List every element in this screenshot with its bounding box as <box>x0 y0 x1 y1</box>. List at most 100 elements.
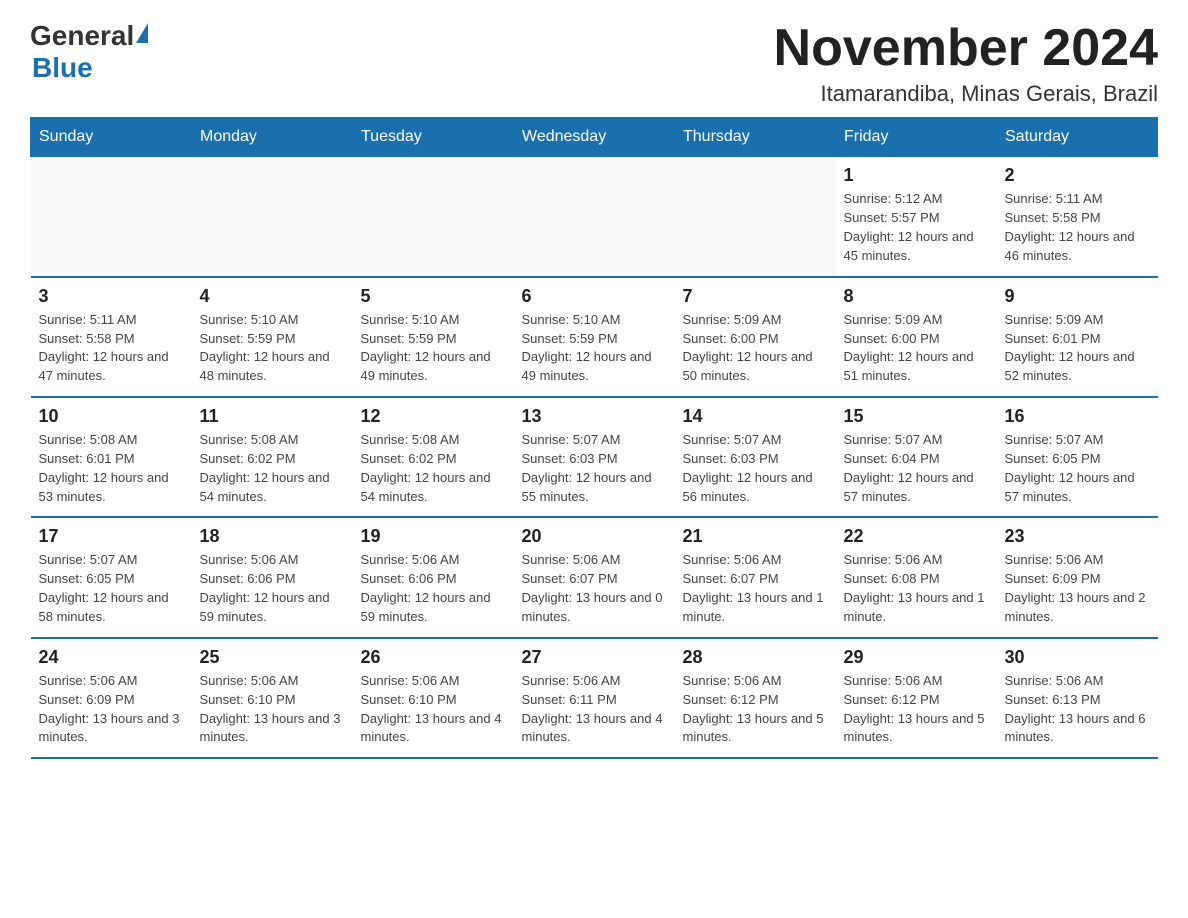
day-number: 6 <box>522 286 667 307</box>
calendar-header-row: SundayMondayTuesdayWednesdayThursdayFrid… <box>31 118 1158 157</box>
calendar-cell: 2 Sunrise: 5:11 AM Sunset: 5:58 PM Daylig… <box>997 157 1158 277</box>
calendar-cell: 24 Sunrise: 5:06 AM Sunset: 6:09 PM Dayli… <box>31 638 192 758</box>
calendar-cell: 14 Sunrise: 5:07 AM Sunset: 6:03 PM Dayli… <box>675 397 836 517</box>
calendar-cell: 20 Sunrise: 5:06 AM Sunset: 6:07 PM Dayli… <box>514 517 675 637</box>
weekday-header-wednesday: Wednesday <box>514 118 675 157</box>
weekday-header-friday: Friday <box>836 118 997 157</box>
page-header: General Blue November 2024 Itamarandiba,… <box>30 20 1158 107</box>
day-number: 21 <box>683 526 828 547</box>
calendar-cell: 5 Sunrise: 5:10 AM Sunset: 5:59 PM Daylig… <box>353 277 514 397</box>
day-info: Sunrise: 5:06 AM Sunset: 6:06 PM Dayligh… <box>361 551 506 626</box>
day-number: 4 <box>200 286 345 307</box>
day-number: 16 <box>1005 406 1150 427</box>
logo: General Blue <box>30 20 148 84</box>
day-info: Sunrise: 5:06 AM Sunset: 6:10 PM Dayligh… <box>361 672 506 747</box>
day-info: Sunrise: 5:06 AM Sunset: 6:12 PM Dayligh… <box>844 672 989 747</box>
calendar-table: SundayMondayTuesdayWednesdayThursdayFrid… <box>30 117 1158 759</box>
calendar-cell: 3 Sunrise: 5:11 AM Sunset: 5:58 PM Daylig… <box>31 277 192 397</box>
day-number: 14 <box>683 406 828 427</box>
calendar-cell: 22Sunrise: 5:06 AM Sunset: 6:08 PM Dayli… <box>836 517 997 637</box>
calendar-cell: 21 Sunrise: 5:06 AM Sunset: 6:07 PM Dayli… <box>675 517 836 637</box>
day-info: Sunrise: 5:09 AM Sunset: 6:00 PM Dayligh… <box>683 311 828 386</box>
day-info: Sunrise: 5:11 AM Sunset: 5:58 PM Dayligh… <box>1005 190 1150 265</box>
calendar-cell: 23 Sunrise: 5:06 AM Sunset: 6:09 PM Dayli… <box>997 517 1158 637</box>
day-number: 28 <box>683 647 828 668</box>
day-number: 7 <box>683 286 828 307</box>
calendar-cell <box>675 157 836 277</box>
day-number: 27 <box>522 647 667 668</box>
day-info: Sunrise: 5:06 AM Sunset: 6:12 PM Dayligh… <box>683 672 828 747</box>
day-number: 12 <box>361 406 506 427</box>
day-info: Sunrise: 5:07 AM Sunset: 6:04 PM Dayligh… <box>844 431 989 506</box>
calendar-cell: 1 Sunrise: 5:12 AM Sunset: 5:57 PM Daylig… <box>836 157 997 277</box>
day-number: 15 <box>844 406 989 427</box>
day-number: 3 <box>39 286 184 307</box>
calendar-cell: 26 Sunrise: 5:06 AM Sunset: 6:10 PM Dayli… <box>353 638 514 758</box>
calendar-week-5: 24 Sunrise: 5:06 AM Sunset: 6:09 PM Dayli… <box>31 638 1158 758</box>
day-number: 29 <box>844 647 989 668</box>
calendar-cell: 29 Sunrise: 5:06 AM Sunset: 6:12 PM Dayli… <box>836 638 997 758</box>
location-title: Itamarandiba, Minas Gerais, Brazil <box>774 81 1158 107</box>
day-number: 10 <box>39 406 184 427</box>
day-number: 13 <box>522 406 667 427</box>
title-section: November 2024 Itamarandiba, Minas Gerais… <box>774 20 1158 107</box>
weekday-header-monday: Monday <box>192 118 353 157</box>
calendar-cell: 15 Sunrise: 5:07 AM Sunset: 6:04 PM Dayli… <box>836 397 997 517</box>
day-info: Sunrise: 5:07 AM Sunset: 6:03 PM Dayligh… <box>683 431 828 506</box>
day-info: Sunrise: 5:07 AM Sunset: 6:03 PM Dayligh… <box>522 431 667 506</box>
calendar-cell <box>514 157 675 277</box>
day-info: Sunrise: 5:10 AM Sunset: 5:59 PM Dayligh… <box>200 311 345 386</box>
calendar-cell: 13 Sunrise: 5:07 AM Sunset: 6:03 PM Dayli… <box>514 397 675 517</box>
logo-triangle-icon <box>136 23 148 43</box>
day-number: 2 <box>1005 165 1150 186</box>
calendar-cell: 25Sunrise: 5:06 AM Sunset: 6:10 PM Dayli… <box>192 638 353 758</box>
day-number: 8 <box>844 286 989 307</box>
day-info: Sunrise: 5:12 AM Sunset: 5:57 PM Dayligh… <box>844 190 989 265</box>
day-number: 17 <box>39 526 184 547</box>
weekday-header-saturday: Saturday <box>997 118 1158 157</box>
day-info: Sunrise: 5:08 AM Sunset: 6:01 PM Dayligh… <box>39 431 184 506</box>
day-number: 30 <box>1005 647 1150 668</box>
calendar-cell: 19 Sunrise: 5:06 AM Sunset: 6:06 PM Dayli… <box>353 517 514 637</box>
day-number: 20 <box>522 526 667 547</box>
day-info: Sunrise: 5:08 AM Sunset: 6:02 PM Dayligh… <box>361 431 506 506</box>
calendar-cell: 18 Sunrise: 5:06 AM Sunset: 6:06 PM Dayli… <box>192 517 353 637</box>
calendar-cell: 16 Sunrise: 5:07 AM Sunset: 6:05 PM Dayli… <box>997 397 1158 517</box>
day-info: Sunrise: 5:06 AM Sunset: 6:07 PM Dayligh… <box>683 551 828 626</box>
calendar-cell: 11Sunrise: 5:08 AM Sunset: 6:02 PM Dayli… <box>192 397 353 517</box>
day-number: 22 <box>844 526 989 547</box>
calendar-cell: 8Sunrise: 5:09 AM Sunset: 6:00 PM Daylig… <box>836 277 997 397</box>
calendar-week-2: 3 Sunrise: 5:11 AM Sunset: 5:58 PM Daylig… <box>31 277 1158 397</box>
calendar-cell: 7 Sunrise: 5:09 AM Sunset: 6:00 PM Daylig… <box>675 277 836 397</box>
day-number: 1 <box>844 165 989 186</box>
day-number: 26 <box>361 647 506 668</box>
day-number: 9 <box>1005 286 1150 307</box>
calendar-cell: 9Sunrise: 5:09 AM Sunset: 6:01 PM Daylig… <box>997 277 1158 397</box>
calendar-cell: 4 Sunrise: 5:10 AM Sunset: 5:59 PM Daylig… <box>192 277 353 397</box>
calendar-week-3: 10 Sunrise: 5:08 AM Sunset: 6:01 PM Dayli… <box>31 397 1158 517</box>
calendar-cell: 30Sunrise: 5:06 AM Sunset: 6:13 PM Dayli… <box>997 638 1158 758</box>
day-info: Sunrise: 5:07 AM Sunset: 6:05 PM Dayligh… <box>39 551 184 626</box>
calendar-cell: 6 Sunrise: 5:10 AM Sunset: 5:59 PM Daylig… <box>514 277 675 397</box>
month-title: November 2024 <box>774 20 1158 77</box>
weekday-header-tuesday: Tuesday <box>353 118 514 157</box>
day-info: Sunrise: 5:07 AM Sunset: 6:05 PM Dayligh… <box>1005 431 1150 506</box>
day-info: Sunrise: 5:06 AM Sunset: 6:07 PM Dayligh… <box>522 551 667 626</box>
logo-blue-text: Blue <box>32 52 93 84</box>
day-number: 24 <box>39 647 184 668</box>
calendar-week-4: 17 Sunrise: 5:07 AM Sunset: 6:05 PM Dayli… <box>31 517 1158 637</box>
calendar-cell: 17 Sunrise: 5:07 AM Sunset: 6:05 PM Dayli… <box>31 517 192 637</box>
day-number: 18 <box>200 526 345 547</box>
day-info: Sunrise: 5:10 AM Sunset: 5:59 PM Dayligh… <box>522 311 667 386</box>
calendar-cell: 10 Sunrise: 5:08 AM Sunset: 6:01 PM Dayli… <box>31 397 192 517</box>
day-number: 5 <box>361 286 506 307</box>
day-info: Sunrise: 5:06 AM Sunset: 6:09 PM Dayligh… <box>39 672 184 747</box>
calendar-week-1: 1 Sunrise: 5:12 AM Sunset: 5:57 PM Daylig… <box>31 157 1158 277</box>
day-info: Sunrise: 5:06 AM Sunset: 6:06 PM Dayligh… <box>200 551 345 626</box>
day-info: Sunrise: 5:11 AM Sunset: 5:58 PM Dayligh… <box>39 311 184 386</box>
day-info: Sunrise: 5:06 AM Sunset: 6:09 PM Dayligh… <box>1005 551 1150 626</box>
day-number: 19 <box>361 526 506 547</box>
day-info: Sunrise: 5:10 AM Sunset: 5:59 PM Dayligh… <box>361 311 506 386</box>
day-info: Sunrise: 5:06 AM Sunset: 6:10 PM Dayligh… <box>200 672 345 747</box>
day-number: 23 <box>1005 526 1150 547</box>
